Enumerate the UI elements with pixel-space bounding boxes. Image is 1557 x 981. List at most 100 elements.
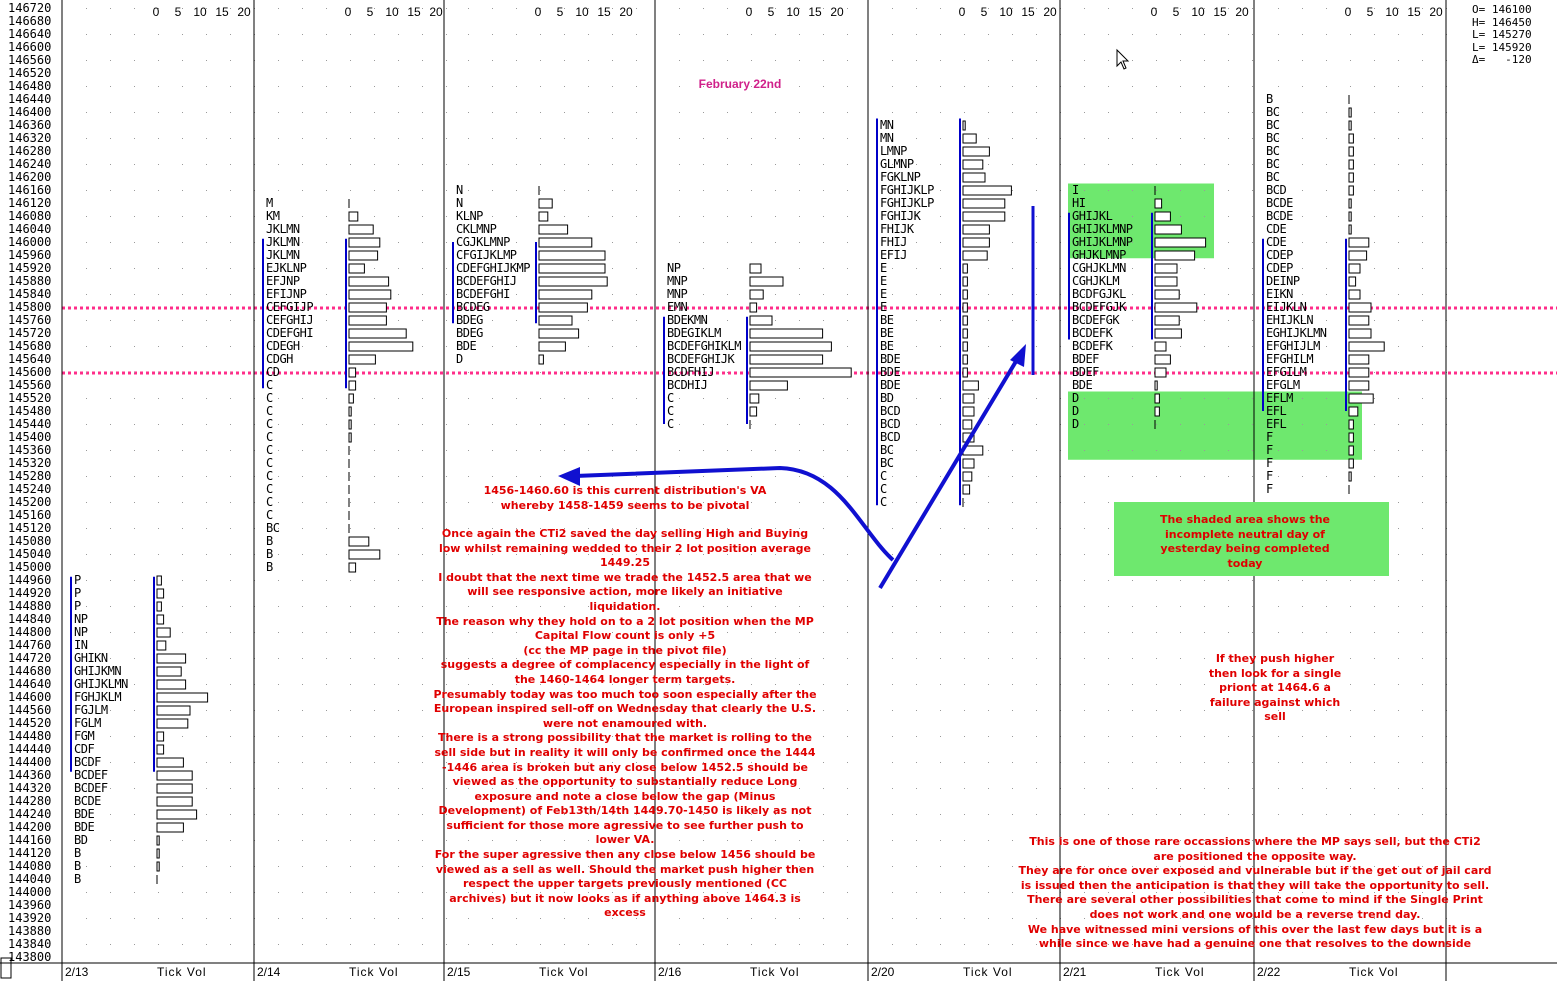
price-tick-label: 144840 — [8, 612, 51, 626]
tick-vol-bar — [348, 419, 352, 430]
tick-vol-bar — [1154, 354, 1171, 365]
price-tick-label: 143840 — [8, 937, 51, 951]
grid-dot — [86, 86, 87, 87]
grid-dot — [1228, 138, 1229, 139]
grid-dot — [775, 398, 776, 399]
tpo-letters: C — [667, 404, 674, 418]
grid-dot — [1084, 60, 1085, 61]
grid-dot — [1204, 34, 1205, 35]
grid-dot — [1084, 502, 1085, 503]
grid-dot — [206, 632, 207, 633]
grid-dot — [516, 216, 517, 217]
grid-dot — [110, 190, 111, 191]
tick-vol-bar — [1348, 341, 1385, 352]
grid-dot — [1252, 814, 1253, 815]
grid-dot — [751, 944, 752, 945]
grid-dot — [110, 632, 111, 633]
grid-dot — [1204, 762, 1205, 763]
grid-dot — [182, 112, 183, 113]
grid-dot — [1180, 320, 1181, 321]
grid-dot — [847, 268, 848, 269]
tick-vol-bar — [1154, 224, 1182, 235]
grid-dot — [1156, 736, 1157, 737]
grid-dot — [492, 346, 493, 347]
vol-scale-label: 0 — [959, 5, 966, 19]
grid-dot — [679, 60, 680, 61]
grid-dot — [398, 658, 399, 659]
grid-dot — [847, 658, 848, 659]
grid-dot — [1204, 294, 1205, 295]
grid-dot — [1398, 424, 1399, 425]
price-tick-label: 146560 — [8, 53, 51, 67]
tick-vol-bar — [538, 250, 606, 261]
grid-dot — [326, 372, 327, 373]
grid-dot — [446, 242, 447, 243]
grid-dot — [679, 944, 680, 945]
grid-dot — [1108, 606, 1109, 607]
main-commentary: Once again the CTi2 saved the day sellin… — [433, 527, 817, 920]
tick-vol-bar — [538, 224, 569, 235]
tick-vol-bar — [538, 354, 544, 365]
grid-dot — [446, 86, 447, 87]
grid-dot — [278, 86, 279, 87]
grid-dot — [134, 892, 135, 893]
grid-dot — [110, 320, 111, 321]
grid-dot — [468, 424, 469, 425]
grid-dot — [823, 476, 824, 477]
grid-dot — [134, 528, 135, 529]
grid-dot — [964, 944, 965, 945]
grid-dot — [1084, 788, 1085, 789]
tpo-letters: EFGLM — [1266, 378, 1300, 392]
price-tick-label: 143960 — [8, 898, 51, 912]
vol-scale-label: 10 — [193, 5, 207, 19]
grid-dot — [398, 710, 399, 711]
grid-dot — [588, 86, 589, 87]
grid-dot — [350, 190, 351, 191]
grid-dot — [1326, 138, 1327, 139]
grid-dot — [398, 86, 399, 87]
tick-vol-bar — [1348, 172, 1354, 183]
grid-dot — [1132, 8, 1133, 9]
grid-dot — [916, 398, 917, 399]
grid-dot — [727, 8, 728, 9]
grid-dot — [799, 190, 800, 191]
grid-dot — [1108, 502, 1109, 503]
grid-dot — [134, 398, 135, 399]
grid-dot — [1278, 736, 1279, 737]
grid-dot — [1132, 476, 1133, 477]
grid-dot — [823, 86, 824, 87]
grid-dot — [964, 554, 965, 555]
grid-dot — [775, 112, 776, 113]
grid-dot — [940, 658, 941, 659]
grid-dot — [326, 580, 327, 581]
grid-dot — [326, 346, 327, 347]
grid-dot — [516, 138, 517, 139]
grid-dot — [110, 788, 111, 789]
tpo-letters: KLNP — [456, 209, 483, 223]
grid-dot — [540, 944, 541, 945]
grid-dot — [1180, 476, 1181, 477]
session-date-label: 2/20 — [871, 965, 895, 979]
grid-dot — [422, 60, 423, 61]
tpo-letters: F — [1266, 456, 1273, 470]
grid-dot — [302, 476, 303, 477]
tpo-letters: BCD — [880, 404, 900, 418]
grid-dot — [206, 502, 207, 503]
grid-dot — [516, 60, 517, 61]
tpo-letters: BCDE — [1266, 196, 1293, 210]
grid-dot — [374, 112, 375, 113]
grid-dot — [1252, 138, 1253, 139]
tick-vol-bar — [749, 406, 758, 417]
grid-dot — [1228, 736, 1229, 737]
grid-dot — [1252, 736, 1253, 737]
grid-dot — [326, 814, 327, 815]
grid-dot — [158, 112, 159, 113]
grid-dot — [206, 684, 207, 685]
grid-dot — [1278, 762, 1279, 763]
grid-dot — [1228, 632, 1229, 633]
tick-vol-bar — [1154, 276, 1178, 287]
grid-dot — [540, 60, 541, 61]
price-tick-label: 145880 — [8, 274, 51, 288]
grid-dot — [182, 528, 183, 529]
grid-dot — [1012, 528, 1013, 529]
